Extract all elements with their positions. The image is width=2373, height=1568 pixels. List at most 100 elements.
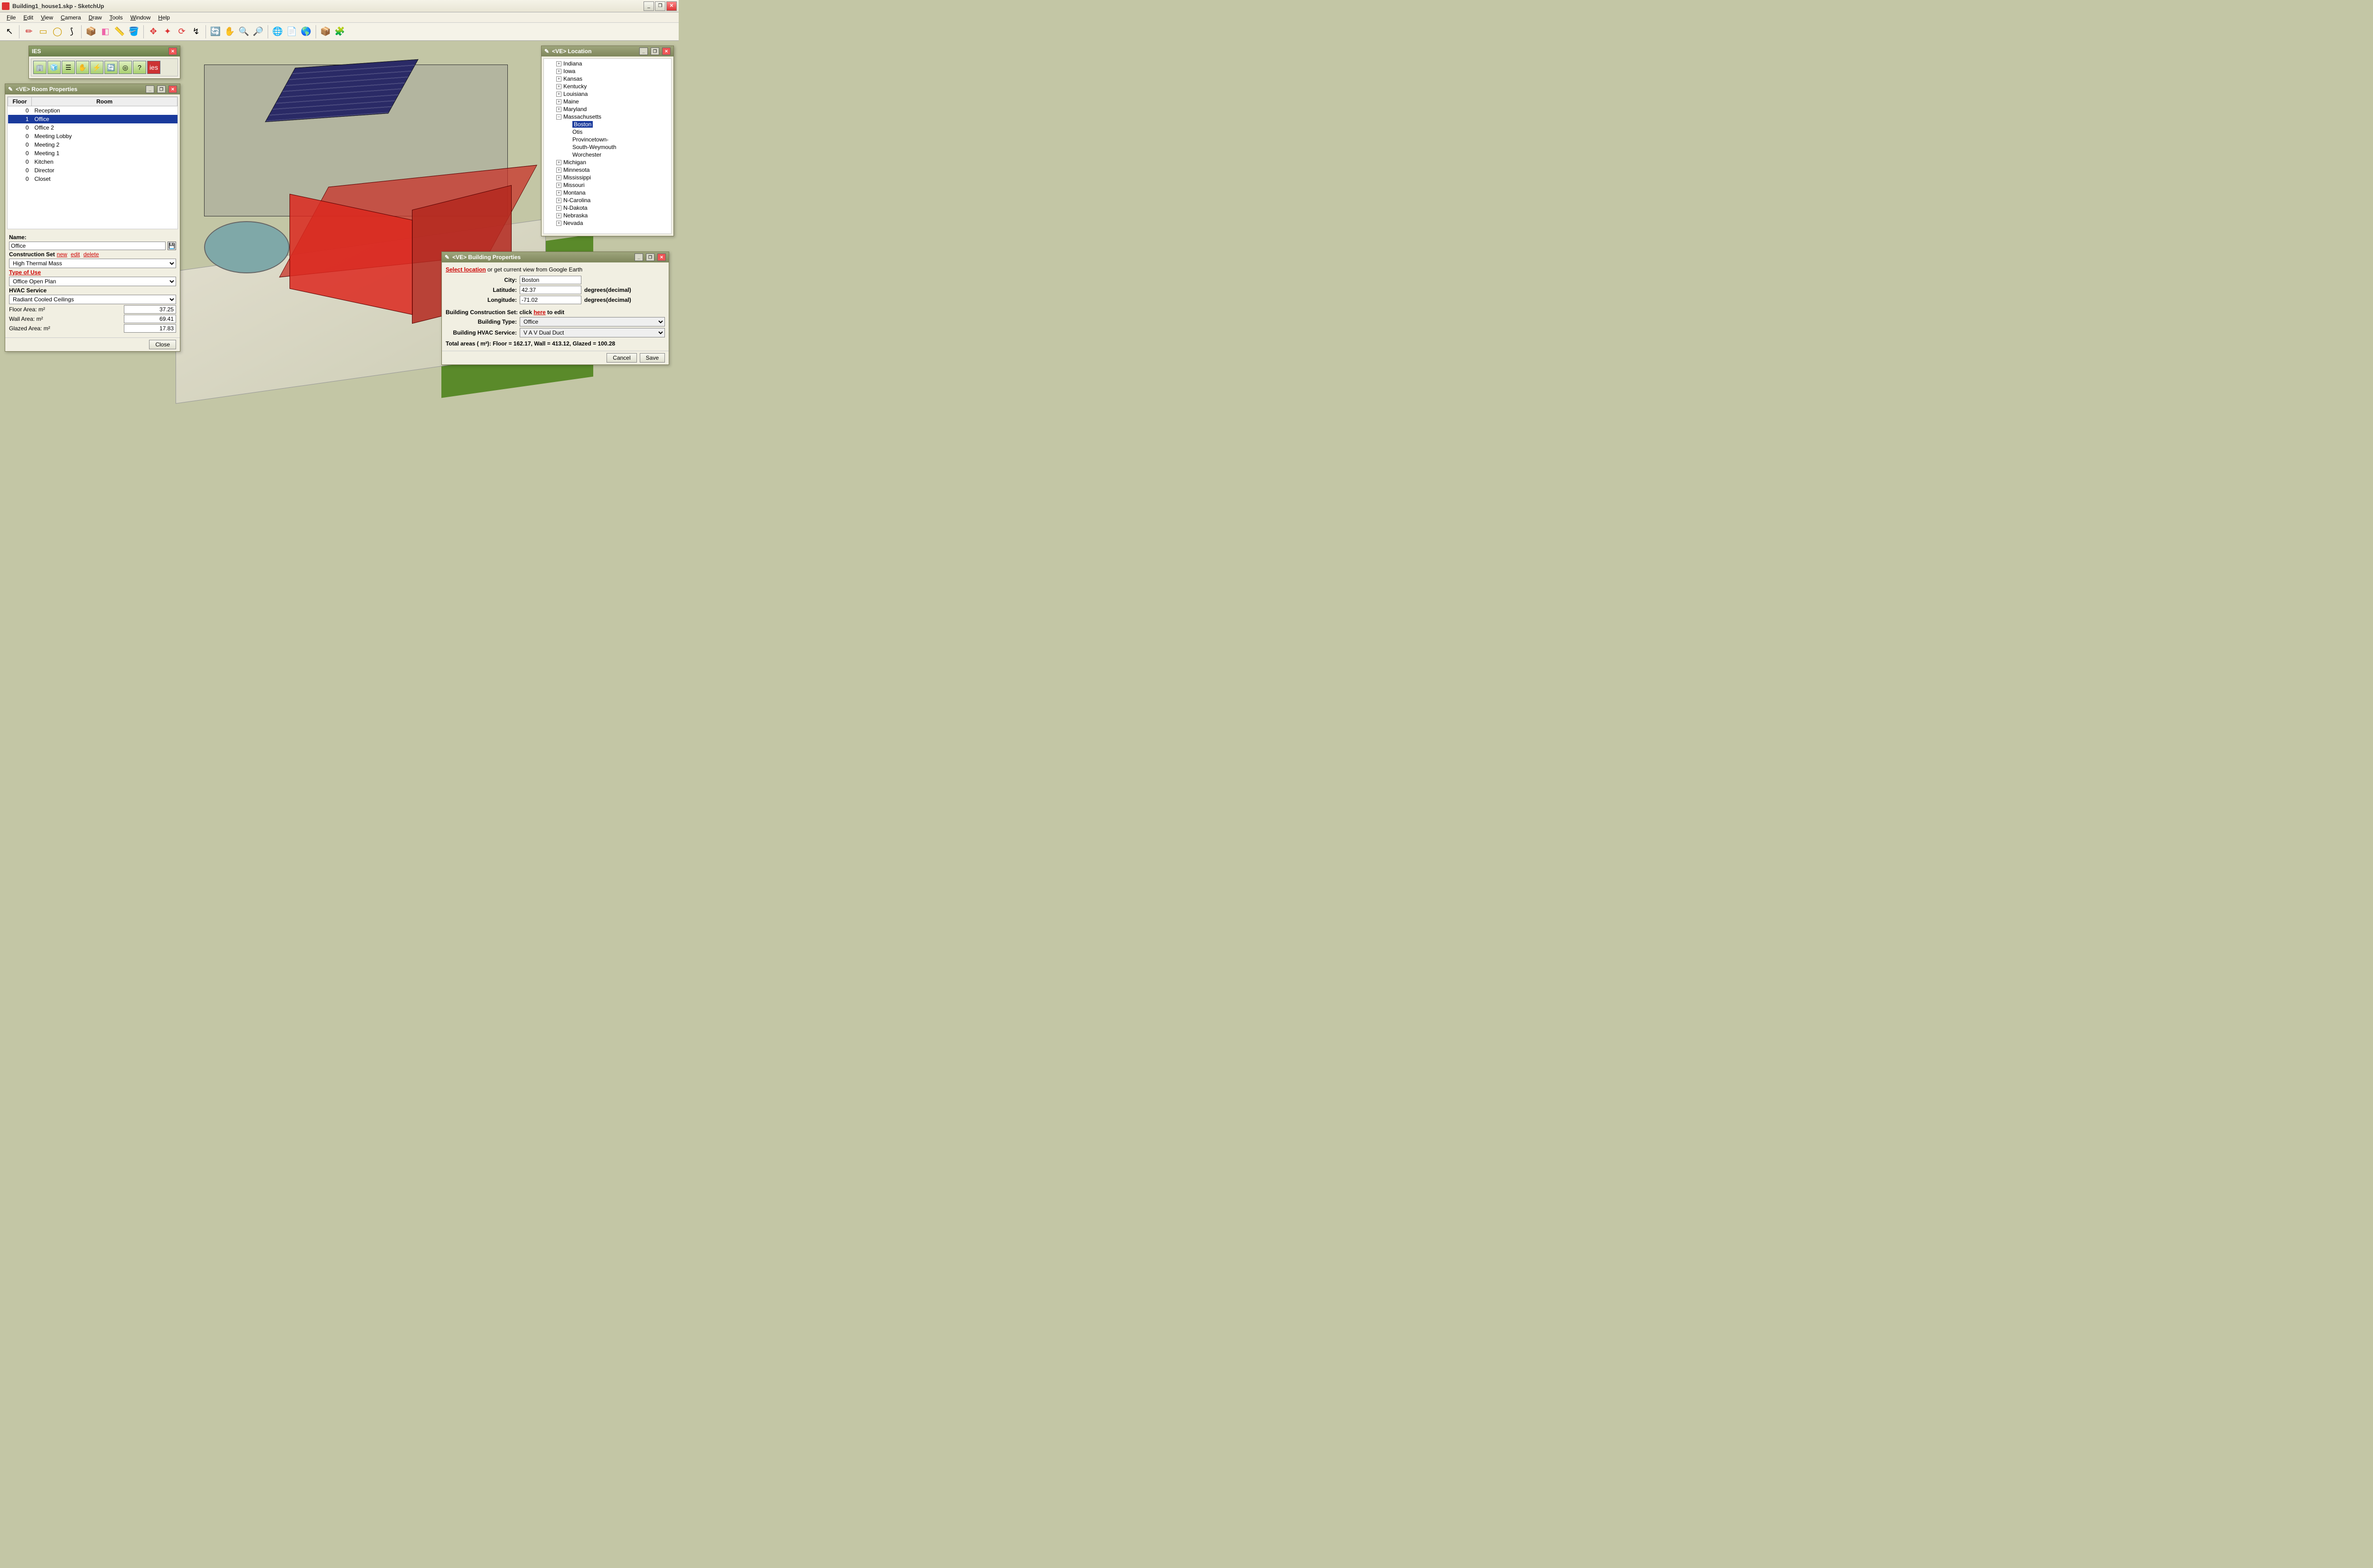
location-panel-titlebar[interactable]: ✎ <VE> Location _ ❐ ✕ xyxy=(542,46,673,56)
menu-tools[interactable]: Tools xyxy=(106,13,127,22)
menu-edit[interactable]: Edit xyxy=(19,13,37,22)
rotate-tool-icon[interactable]: ✦ xyxy=(161,25,174,38)
table-row[interactable]: 1Office xyxy=(8,115,178,123)
cons-delete-link[interactable]: delete xyxy=(84,251,99,258)
building-save-button[interactable]: Save xyxy=(640,353,665,363)
select-tool-icon[interactable]: ↖ xyxy=(3,25,16,38)
ies-list-icon[interactable]: ☰ xyxy=(62,61,75,74)
room-panel-titlebar[interactable]: ✎ <VE> Room Properties _ ❐ ✕ xyxy=(5,84,180,94)
tree-state-item[interactable]: +Missouri xyxy=(545,181,670,189)
offset-tool-icon[interactable]: ↯ xyxy=(189,25,203,38)
building-type-select[interactable]: Office xyxy=(520,317,665,327)
cons-new-link[interactable]: new xyxy=(57,251,67,258)
ies-building-icon[interactable]: 🏢 xyxy=(33,61,47,74)
table-row[interactable]: 0Office 2 xyxy=(8,123,178,132)
table-row[interactable]: 0Closet xyxy=(8,175,178,183)
tree-state-item[interactable]: +Michigan xyxy=(545,159,670,166)
table-row[interactable]: 0Meeting 1 xyxy=(8,149,178,158)
ies-cube-icon[interactable]: 🧊 xyxy=(47,61,61,74)
location-tree[interactable]: +Indiana+Iowa+Kansas+Kentucky+Louisiana+… xyxy=(543,58,672,234)
paint-tool-icon[interactable]: 🪣 xyxy=(127,25,140,38)
table-row[interactable]: 0Meeting Lobby xyxy=(8,132,178,140)
tree-state-item[interactable]: +Indiana xyxy=(545,60,670,67)
ies-energy-icon[interactable]: ⚡ xyxy=(90,61,103,74)
pencil-tool-icon[interactable]: ✏ xyxy=(22,25,36,38)
loc-panel-max-icon[interactable]: ❐ xyxy=(651,47,659,55)
table-row[interactable]: 0Reception xyxy=(8,106,178,115)
longitude-input[interactable] xyxy=(520,296,581,304)
tree-state-item[interactable]: +N-Carolina xyxy=(545,196,670,204)
menu-window[interactable]: Window xyxy=(127,13,155,22)
tree-city-item[interactable]: Provincetown- xyxy=(545,136,670,143)
room-panel-min-icon[interactable]: _ xyxy=(146,85,154,93)
table-row[interactable]: 0Director xyxy=(8,166,178,175)
zoom-tool-icon[interactable]: 🔍 xyxy=(237,25,251,38)
tree-city-item[interactable]: Otis xyxy=(545,128,670,136)
menu-camera[interactable]: Camera xyxy=(57,13,85,22)
menu-file[interactable]: File xyxy=(3,13,19,22)
tree-state-item[interactable]: +Iowa xyxy=(545,67,670,75)
bld-panel-max-icon[interactable]: ❐ xyxy=(646,253,654,261)
table-row[interactable]: 0Meeting 2 xyxy=(8,140,178,149)
menu-draw[interactable]: Draw xyxy=(85,13,106,22)
orbit-tool-icon[interactable]: 🔄 xyxy=(209,25,222,38)
tree-state-item[interactable]: +Kansas xyxy=(545,75,670,83)
tree-city-item[interactable]: Boston xyxy=(545,121,670,128)
room-panel-max-icon[interactable]: ❐ xyxy=(157,85,166,93)
name-input[interactable] xyxy=(9,242,166,250)
construction-set-select[interactable]: High Thermal Mass xyxy=(9,259,176,268)
eraser-tool-icon[interactable]: ◧ xyxy=(99,25,112,38)
col-floor[interactable]: Floor xyxy=(8,97,32,106)
tree-state-item[interactable]: −Massachusetts xyxy=(545,113,670,121)
tree-state-item[interactable]: +Maryland xyxy=(545,105,670,113)
globe2-icon[interactable]: 🌎 xyxy=(299,25,313,38)
menu-view[interactable]: View xyxy=(37,13,57,22)
latitude-input[interactable] xyxy=(520,286,581,294)
loc-panel-min-icon[interactable]: _ xyxy=(639,47,648,55)
box-icon[interactable]: 📦 xyxy=(319,25,332,38)
tree-state-item[interactable]: +Minnesota xyxy=(545,166,670,174)
tree-state-item[interactable]: +Louisiana xyxy=(545,90,670,98)
building-panel-titlebar[interactable]: ✎ <VE> Building Properties _ ❐ ✕ xyxy=(442,252,669,262)
scale-tool-icon[interactable]: ⟳ xyxy=(175,25,188,38)
tree-state-item[interactable]: +Maine xyxy=(545,98,670,105)
tree-state-item[interactable]: +Nevada xyxy=(545,219,670,227)
bld-panel-close-icon[interactable]: ✕ xyxy=(657,253,666,261)
save-name-icon[interactable]: 💾 xyxy=(168,242,176,250)
room-close-button[interactable]: Close xyxy=(149,340,176,349)
page-icon[interactable]: 📄 xyxy=(285,25,299,38)
tree-state-item[interactable]: +Nebraska xyxy=(545,212,670,219)
building-hvac-select[interactable]: V A V Dual Duct xyxy=(520,328,665,337)
room-table[interactable]: Floor Room 0Reception1Office0Office 20Me… xyxy=(8,97,178,183)
bld-panel-min-icon[interactable]: _ xyxy=(635,253,643,261)
building-cancel-button[interactable]: Cancel xyxy=(607,353,636,363)
select-location-link[interactable]: Select location xyxy=(446,266,486,273)
zoom-extents-tool-icon[interactable]: 🔎 xyxy=(252,25,265,38)
hvac-select[interactable]: Radiant Cooled Ceilings xyxy=(9,295,176,304)
maximize-button[interactable]: ❐ xyxy=(655,1,665,11)
arc-tool-icon[interactable]: ⟆ xyxy=(65,25,78,38)
loc-panel-close-icon[interactable]: ✕ xyxy=(662,47,671,55)
ies-close-icon[interactable]: ✕ xyxy=(168,47,177,55)
cons-edit-link[interactable]: edit xyxy=(71,251,80,258)
ies-panel-title[interactable]: IES ✕ xyxy=(29,46,180,56)
ies-refresh-icon[interactable]: 🔄 xyxy=(104,61,118,74)
close-button[interactable]: ✕ xyxy=(666,1,677,11)
cons-here-link[interactable]: here xyxy=(533,309,545,316)
minimize-button[interactable]: _ xyxy=(644,1,654,11)
type-of-use-select[interactable]: Office Open Plan xyxy=(9,277,176,286)
tree-city-item[interactable]: South-Weymouth xyxy=(545,143,670,151)
circle-tool-icon[interactable]: ◯ xyxy=(51,25,64,38)
tree-state-item[interactable]: +Mississippi xyxy=(545,174,670,181)
rectangle-tool-icon[interactable]: ▭ xyxy=(37,25,50,38)
tree-state-item[interactable]: +N-Dakota xyxy=(545,204,670,212)
col-room[interactable]: Room xyxy=(32,97,178,106)
city-input[interactable] xyxy=(520,276,581,284)
move-tool-icon[interactable]: ✥ xyxy=(147,25,160,38)
tape-tool-icon[interactable]: 📏 xyxy=(113,25,126,38)
menu-help[interactable]: Help xyxy=(154,13,174,22)
tree-city-item[interactable]: Worchester xyxy=(545,151,670,159)
globe-icon[interactable]: 🌐 xyxy=(271,25,284,38)
type-of-use-label[interactable]: Type of Use xyxy=(9,269,41,276)
pan-tool-icon[interactable]: ✋ xyxy=(223,25,236,38)
